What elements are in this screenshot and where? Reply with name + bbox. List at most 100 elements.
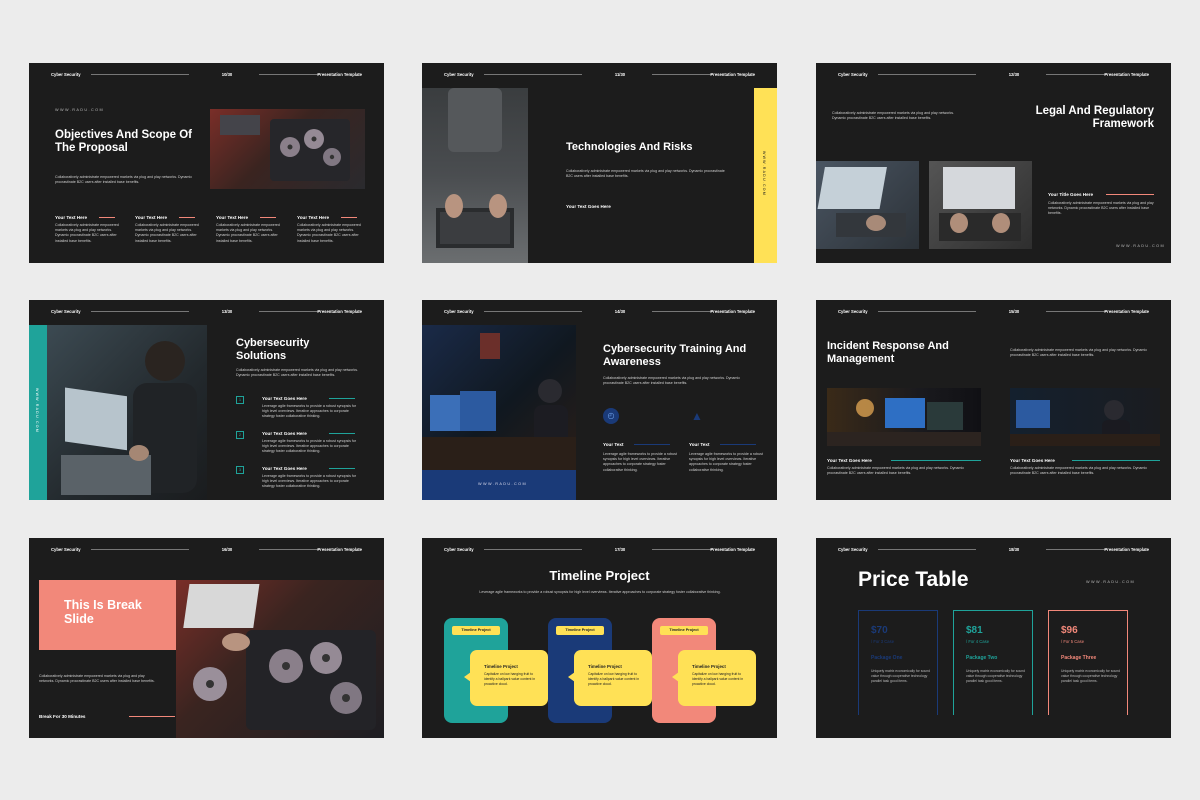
accent-rule [99, 217, 115, 218]
slide-title: Cybersecurity Training And Awareness [603, 343, 747, 368]
bubble-arrow [672, 672, 679, 682]
accent-rule [1072, 460, 1160, 461]
body-text: Collaboratively administrate empowered m… [1010, 466, 1148, 476]
slide-training[interactable]: Cyber Security 14/30 Presentation Templa… [422, 300, 777, 500]
accent-rule [129, 716, 175, 717]
brand-label: Cyber Security [838, 309, 868, 314]
body-text: Collaboratively administrate empowered m… [55, 175, 193, 185]
price-case: / For 4 Case [966, 639, 990, 644]
laptop-hands-image [436, 88, 514, 248]
slide-timeline[interactable]: Cyber Security 17/30 Presentation Templa… [422, 538, 777, 738]
slide-header: Cyber Security 18/30 Presentation Templa… [838, 547, 1149, 555]
number-one-icon: 1 [236, 396, 244, 404]
slide-header: Cyber Security 10/30 Presentation Templa… [51, 72, 362, 80]
accent-rule [720, 444, 756, 445]
monitor-desk-photo-right [1010, 388, 1160, 446]
text-label: Your Text [603, 442, 624, 447]
url-text: WWW.RADU.COM [1086, 580, 1136, 584]
disc-case-photo [210, 109, 365, 189]
body-text: Leverage agile frameworks to provide a r… [262, 474, 357, 489]
price-value: $70 [871, 625, 888, 636]
bubble-text: Capitalize on low hanging fruit to ident… [692, 672, 744, 686]
night-computer-photo [422, 325, 576, 470]
header-rule [259, 74, 319, 75]
slide-title: This Is Break Slide [64, 598, 142, 627]
slide-incident[interactable]: Cyber Security 15/30 Presentation Templa… [816, 300, 1171, 500]
slide-solutions[interactable]: Cyber Security 13/30 Presentation Templa… [29, 300, 384, 500]
bubble-text: Capitalize on low hanging fruit to ident… [588, 672, 640, 686]
accent-rule [329, 433, 355, 434]
accent-rule [179, 217, 195, 218]
slide-header: Cyber Security 17/30 Presentation Templa… [444, 547, 755, 555]
header-rule [484, 74, 582, 75]
brand-label: Cyber Security [51, 547, 81, 552]
body-text: Collaboratively administrate empowered m… [55, 223, 119, 243]
disc-case-image [183, 584, 376, 730]
timeline-tag: Timeline Project [452, 626, 500, 635]
text-label: Your Text Goes Here [566, 204, 611, 209]
accent-rule [634, 444, 670, 445]
laptop-screen-image [817, 167, 906, 237]
slide-price-table[interactable]: Cyber Security 18/30 Presentation Templa… [816, 538, 1171, 738]
package-desc: Uniquely matrix economically for sound v… [1061, 669, 1120, 684]
laptop-typing-photo [422, 88, 528, 263]
slide-objectives[interactable]: Cyber Security 10/30 Presentation Templa… [29, 63, 384, 263]
timeline-tag: Timeline Project [556, 626, 604, 635]
laptop-photo-right [929, 161, 1032, 249]
slide-title: Incident Response And Management [827, 340, 949, 365]
accent-rule [329, 468, 355, 469]
slide-header: Cyber Security 15/30 Presentation Templa… [838, 309, 1149, 317]
bubble-arrow [568, 672, 575, 682]
brand-label: Cyber Security [444, 547, 474, 552]
header-rule [91, 74, 189, 75]
brand-label: Cyber Security [444, 309, 474, 314]
slide-header: Cyber Security 12/30 Presentation Templa… [838, 72, 1149, 80]
body-text: Collaboratively administrate empowered m… [297, 223, 361, 243]
header-rule [259, 311, 319, 312]
header-rule [878, 74, 976, 75]
body-text: Collaboratively administrate empowered m… [566, 169, 725, 179]
timeline-bubble: Timeline Project Capitalize on low hangi… [470, 650, 548, 706]
template-label: Presentation Template [317, 547, 362, 552]
header-rule [1046, 549, 1106, 550]
disc-case-photo [176, 580, 384, 738]
slide-title: Legal And Regulatory Framework [1035, 105, 1154, 131]
body-text: Leverage agile frameworks to provide a r… [479, 590, 721, 594]
text-label: Your Text Goes Here [262, 396, 307, 401]
title-label: Your Title Goes Here [1048, 192, 1094, 197]
price-card-three[interactable]: $96 / For 5 Case Package Three Uniquely … [1048, 610, 1128, 715]
body-text: Collaboratively administrate empowered m… [236, 368, 359, 378]
slide-legal[interactable]: Cyber Security 12/30 Presentation Templa… [816, 63, 1171, 263]
text-label: Your Text Goes Here [262, 466, 307, 471]
bubble-arrow [464, 672, 471, 682]
bubble-title: Timeline Project [588, 664, 622, 669]
bubble-title: Timeline Project [692, 664, 726, 669]
page-number: 11/30 [614, 72, 626, 77]
template-label: Presentation Template [317, 309, 362, 314]
price-card-two[interactable]: $81 / For 4 Case Package Two Uniquely ma… [953, 610, 1033, 715]
package-desc: Uniquely matrix economically for sound v… [871, 669, 930, 684]
body-text: Leverage agile frameworks to provide a r… [603, 452, 677, 472]
slide-technologies[interactable]: Cyber Security 11/30 Presentation Templa… [422, 63, 777, 263]
timeline-tag: Timeline Project [660, 626, 708, 635]
template-label: Presentation Template [710, 547, 755, 552]
price-card-one[interactable]: $70 / For 3 Case Package One Uniquely ma… [858, 610, 938, 715]
body-text: Collaboratively administrate empowered m… [39, 674, 155, 684]
template-label: Presentation Template [710, 309, 755, 314]
header-rule [1046, 74, 1106, 75]
template-label: Presentation Template [710, 72, 755, 77]
page-number: 18/30 [1008, 547, 1020, 552]
header-rule [91, 549, 189, 550]
slide-break[interactable]: Cyber Security 16/30 Presentation Templa… [29, 538, 384, 738]
slide-header: Cyber Security 11/30 Presentation Templa… [444, 72, 755, 80]
brand-label: Cyber Security [51, 72, 81, 77]
brand-label: Cyber Security [444, 72, 474, 77]
body-text: Collaboratively administrate empowered m… [216, 223, 280, 243]
template-label: Presentation Template [317, 72, 362, 77]
page-number: 12/30 [1008, 72, 1020, 77]
clock-icon: ◴ [603, 408, 619, 424]
header-rule [259, 549, 319, 550]
slide-title: Price Table [858, 568, 969, 591]
page-number: 16/30 [221, 547, 233, 552]
accent-rule [329, 398, 355, 399]
